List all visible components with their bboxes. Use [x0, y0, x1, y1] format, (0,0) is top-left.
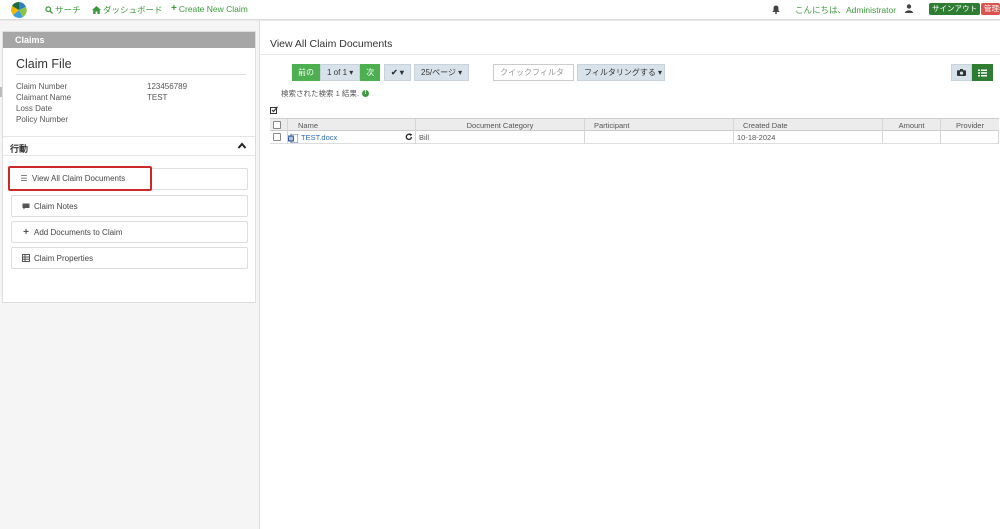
- user-icon[interactable]: [905, 4, 913, 13]
- claim-sidebar-panel: Claims Claim File Claim Number 123456789…: [2, 31, 256, 303]
- category-cell: Bill: [415, 131, 584, 144]
- action-label: View All Claim Documents: [32, 174, 126, 183]
- left-column: Claims Claim File Claim Number 123456789…: [0, 21, 258, 529]
- nav-search-label: サーチ: [55, 5, 81, 15]
- prev-page-button[interactable]: 前の: [292, 64, 320, 81]
- table-icon: [21, 254, 31, 262]
- select-check-dropdown[interactable]: ✔ ▾: [384, 64, 411, 81]
- page-size-group: 25/ページ ▾: [414, 64, 470, 81]
- page-select-dropdown[interactable]: 1 of 1 ▾: [320, 64, 361, 81]
- svg-text:W: W: [289, 136, 294, 142]
- camera-icon: [957, 69, 966, 76]
- table-row[interactable]: W TEST.docx Bill 10-18-2024: [270, 131, 999, 144]
- search-icon: [45, 6, 53, 14]
- word-doc-icon: W: [288, 133, 298, 143]
- top-navbar: サーチ ダッシュボード + Create New Claim こんにちは、Adm…: [0, 0, 1000, 20]
- greeting-label: こんにちは、Administrator: [795, 5, 897, 15]
- field-label: Claimant Name: [16, 93, 72, 102]
- bell-icon[interactable]: [772, 5, 780, 14]
- amount-cell: [882, 131, 940, 144]
- table-header-row: Name Document Category Participant Creat…: [270, 118, 999, 132]
- signout-button[interactable]: サインアウト: [929, 3, 980, 15]
- greeting-text: こんにちは、Administrator: [795, 4, 896, 16]
- check-square-icon[interactable]: [270, 106, 278, 114]
- comment-icon: [21, 203, 31, 210]
- camera-view-button[interactable]: [951, 64, 972, 81]
- divider: [260, 54, 1000, 55]
- action-label: Claim Properties: [34, 253, 94, 263]
- main-panel: View All Claim Documents 前の 1 of 1 ▾ 次 ✔…: [259, 21, 1000, 529]
- plus-icon: +: [171, 3, 177, 14]
- field-value: TEST: [147, 93, 168, 102]
- action-claim-properties[interactable]: Claim Properties: [11, 247, 248, 269]
- list-view-button[interactable]: [972, 64, 993, 81]
- admin-badge[interactable]: 管理者: [981, 3, 1000, 15]
- action-add-documents[interactable]: + Add Documents to Claim: [11, 221, 248, 243]
- next-page-button[interactable]: 次: [360, 64, 381, 81]
- filter-dropdown-button[interactable]: フィルタリングする ▾: [577, 64, 665, 81]
- nav-create-claim-link[interactable]: + Create New Claim: [171, 3, 248, 15]
- claims-header: Claims: [3, 32, 255, 48]
- refresh-icon[interactable]: [405, 133, 413, 141]
- list-icon: [978, 69, 987, 76]
- nav-create-claim-label: Create New Claim: [178, 4, 248, 14]
- field-label: Claim Number: [16, 82, 68, 91]
- documents-table: Name Document Category Participant Creat…: [270, 118, 999, 144]
- action-label: Add Documents to Claim: [34, 227, 123, 237]
- page-size-dropdown[interactable]: 25/ページ ▾: [414, 64, 470, 81]
- claim-file-title: Claim File: [16, 57, 72, 71]
- action-view-all-claim-documents[interactable]: ☰ View All Claim Documents: [8, 166, 152, 191]
- pagination-group: 前の 1 of 1 ▾ 次: [292, 64, 381, 81]
- field-label: Loss Date: [16, 104, 53, 113]
- nav-dashboard-link[interactable]: ダッシュボード: [92, 4, 163, 16]
- row-select-cell: [270, 131, 287, 144]
- name-cell: W TEST.docx: [287, 131, 415, 144]
- select-all-checkbox[interactable]: [273, 121, 281, 129]
- provider-cell: [940, 131, 999, 144]
- field-value: 123456789: [147, 82, 188, 91]
- nav-dashboard-label: ダッシュボード: [103, 5, 163, 15]
- divider: [16, 74, 246, 75]
- home-icon: [92, 6, 101, 14]
- nav-search-link[interactable]: サーチ: [45, 4, 81, 16]
- actions-label: 行動: [10, 144, 29, 154]
- row-checkbox[interactable]: [273, 133, 281, 141]
- actions-section-header[interactable]: 行動: [3, 136, 255, 156]
- action-label: Claim Notes: [34, 201, 78, 211]
- created-date-cell: 10-18-2024: [733, 131, 882, 144]
- select-dropdown-group: ✔ ▾: [384, 64, 411, 81]
- list-icon: ☰: [20, 174, 28, 183]
- results-count-text: 検索された検索 1 結果.: [281, 89, 359, 98]
- page-title: View All Claim Documents: [270, 38, 393, 50]
- app-logo-icon[interactable]: [11, 2, 27, 18]
- field-label: Policy Number: [16, 115, 69, 124]
- info-icon[interactable]: !: [361, 90, 369, 97]
- participant-cell: [584, 131, 733, 144]
- results-summary: 検索された検索 1 結果. !: [281, 88, 369, 99]
- plus-icon: +: [23, 226, 29, 238]
- quick-filter-input[interactable]: クイックフィルタ: [493, 64, 574, 81]
- chevron-up-icon[interactable]: [237, 141, 247, 151]
- file-name-link[interactable]: TEST.docx: [301, 133, 337, 142]
- action-claim-notes[interactable]: Claim Notes: [11, 195, 248, 217]
